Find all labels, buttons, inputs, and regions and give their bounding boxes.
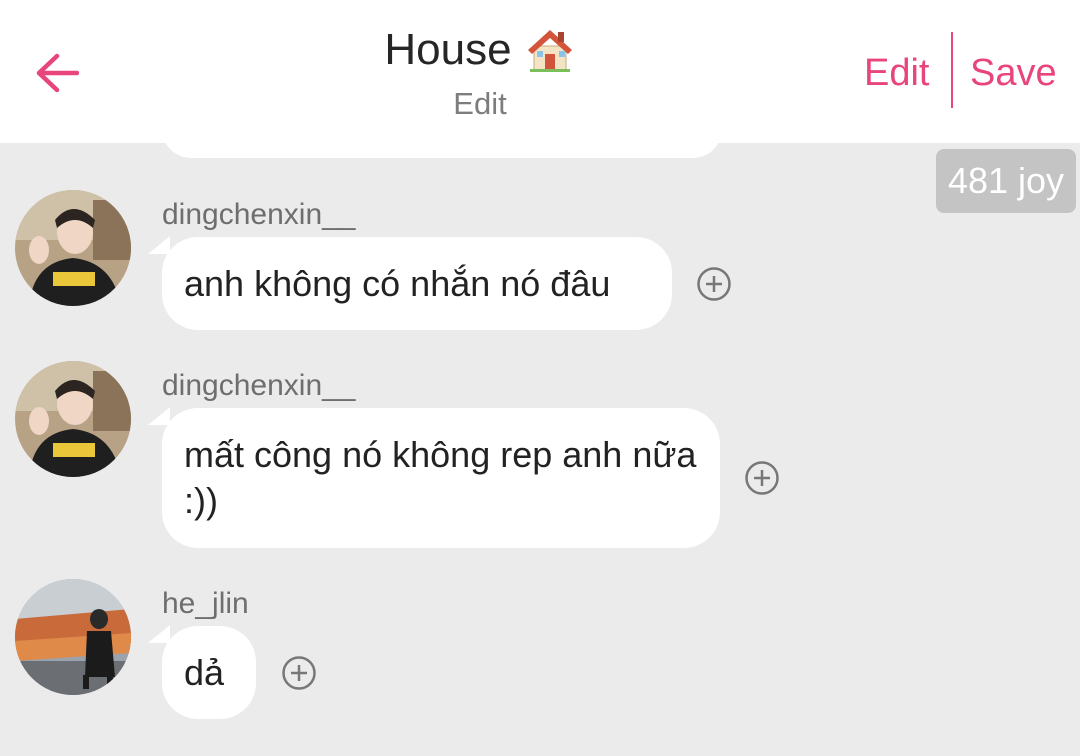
message-bubble[interactable]: mất công nó không rep anh nữa :)) [162,408,720,548]
edit-button[interactable]: Edit [864,48,929,98]
joy-badge: 481 joy [936,149,1076,213]
bubble-tail [148,407,170,425]
add-circle-icon[interactable] [744,460,780,496]
message-text: anh không có nhắn nó đâu [184,263,611,304]
house-icon [527,30,572,72]
message-username: dingchenxin__ [162,198,356,231]
avatar-photo [15,361,131,477]
avatar-photo [15,190,131,306]
top-app-bar: House Edit Edit Save [0,0,1080,143]
arrow-left-icon [36,53,79,93]
avatar[interactable] [15,190,131,306]
bubble-tail [148,625,170,643]
chat-screen: House Edit Edit Save 481 joy dingchenxin… [0,0,1080,756]
add-circle-icon[interactable] [281,655,317,691]
message-text: mất công nó không rep anh nữa :)) [184,434,697,521]
avatar-photo [15,579,131,695]
message-text: dả [184,652,225,693]
avatar[interactable] [15,579,131,695]
page-subtitle: Edit [453,86,507,121]
header-divider [951,32,953,108]
message-username: he_jlin [162,587,249,620]
save-button[interactable]: Save [970,48,1057,98]
message-bubble[interactable]: dả [162,626,256,719]
message-username: dingchenxin__ [162,369,356,402]
bubble-tail [148,236,170,254]
title-block: House Edit [300,22,660,124]
message-bubble[interactable]: anh không có nhắn nó đâu [162,237,672,330]
back-button[interactable] [28,44,86,102]
page-title: House [384,25,512,74]
add-circle-icon[interactable] [696,266,732,302]
avatar[interactable] [15,361,131,477]
